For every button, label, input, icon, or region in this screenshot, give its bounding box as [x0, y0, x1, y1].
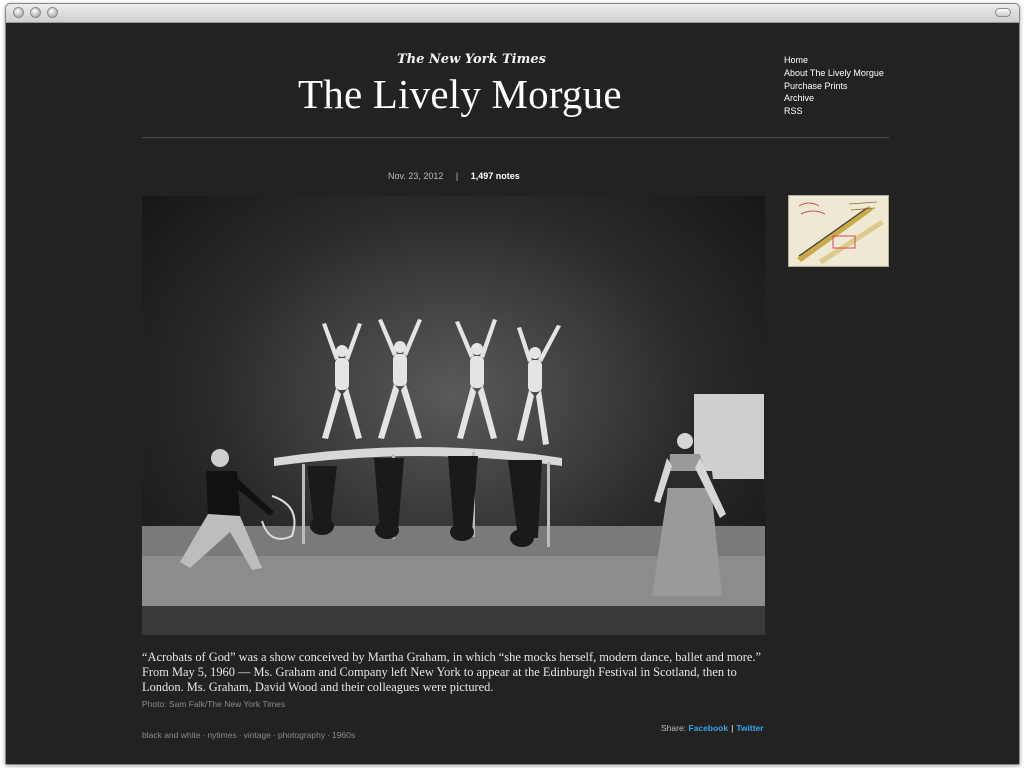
share-divider: | — [731, 723, 734, 733]
photo-credit: Photo: Sam Falk/The New York Times — [142, 699, 286, 709]
post-date[interactable]: Nov. 23, 2012 — [388, 171, 443, 181]
post-notes-count[interactable]: 1,497 notes — [471, 171, 520, 181]
browser-window: The New York Times The Lively Morgue Hom… — [5, 3, 1020, 765]
nyt-logo[interactable]: The New York Times — [397, 52, 546, 67]
thumbnail-illustration — [789, 196, 888, 266]
nav-rss[interactable]: RSS — [784, 105, 884, 118]
nav-purchase-prints[interactable]: Purchase Prints — [784, 80, 884, 93]
minimize-window-icon[interactable] — [30, 7, 41, 18]
post-meta: Nov. 23, 2012 | 1,497 notes — [388, 171, 520, 181]
site-title[interactable]: The Lively Morgue — [298, 70, 622, 118]
share-label: Share: — [661, 723, 687, 733]
top-nav: Home About The Lively Morgue Purchase Pr… — [784, 54, 884, 118]
zoom-window-icon[interactable] — [47, 7, 58, 18]
tag-link[interactable]: black and white — [142, 730, 201, 740]
archive-thumbnail[interactable] — [788, 195, 889, 267]
nav-archive[interactable]: Archive — [784, 92, 884, 105]
tag-link[interactable]: vintage — [244, 730, 271, 740]
toolbar-toggle-icon[interactable] — [995, 8, 1011, 17]
post-photo[interactable] — [142, 196, 765, 635]
tag-separator: · — [273, 730, 276, 740]
tag-separator: · — [202, 730, 206, 740]
header-divider — [142, 137, 889, 138]
dancers-standing — [322, 319, 561, 445]
photo-illustration — [142, 319, 765, 635]
stage-panel — [694, 394, 764, 479]
share-twitter-link[interactable]: Twitter — [736, 723, 763, 733]
post-tags: black and white · nytimes · vintage · photogra… — [142, 730, 355, 740]
tag-link[interactable]: 1960s — [332, 730, 355, 740]
close-window-icon[interactable] — [13, 7, 24, 18]
share-bar: Share: Facebook | Twitter — [661, 723, 764, 733]
tag-separator: · — [327, 730, 330, 740]
meta-separator: | — [455, 171, 459, 181]
post-caption: “Acrobats of God” was a show conceived b… — [142, 650, 761, 695]
nav-home[interactable]: Home — [784, 54, 884, 67]
nav-about[interactable]: About The Lively Morgue — [784, 67, 884, 80]
tag-link[interactable]: nytimes — [207, 730, 236, 740]
tag-separator: · — [238, 730, 242, 740]
share-facebook-link[interactable]: Facebook — [688, 723, 728, 733]
window-titlebar — [6, 4, 1019, 23]
page: The New York Times The Lively Morgue Hom… — [6, 23, 1019, 764]
tag-link[interactable]: photography — [278, 730, 325, 740]
